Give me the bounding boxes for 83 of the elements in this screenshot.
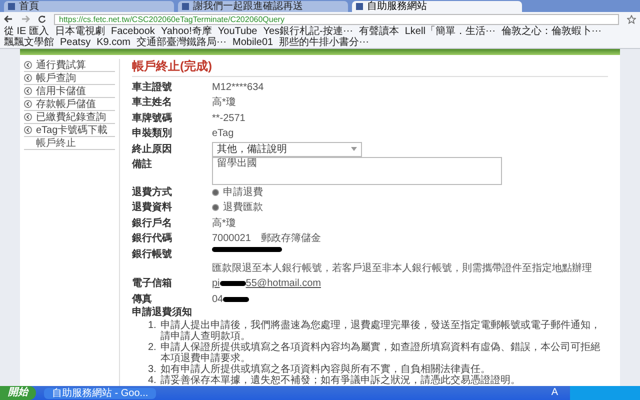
radio-option[interactable]: 退費匯款 (212, 200, 263, 216)
bookmark-link[interactable]: Facebook (111, 26, 155, 37)
notice-title: 申請退費須知 (132, 306, 193, 320)
list-number: 2. (148, 342, 156, 355)
field-label: 備註 (132, 157, 153, 172)
notice-item: 如有申請人所提供或填寫之各項資料內容與所有不實，自負相關法律責任。 (160, 364, 490, 375)
remark-field[interactable]: 留學出國 (212, 157, 502, 186)
bookmark-link[interactable]: YouTube (218, 26, 258, 37)
notice-item: 申請人保證所提供或填寫之各項資料內容均為屬實，如查證所填寫資料有虛偽、錯誤，本公司可拒絕本項退費申請要求。 (160, 342, 602, 364)
taskbar-item[interactable]: 自助服務網站 - Goo... (44, 388, 156, 398)
bookmark-link[interactable]: 飄飄文學館 (4, 37, 54, 48)
notice-item: 申請人提出申請後，我們將盡速為您處理，退費處理完畢後，發送至指定電郵帳號或電子郵件通知，請申請人查明款項。 (160, 320, 602, 342)
field-value: 7000021 郵政存簿儲金 (212, 232, 321, 246)
field-value: eTag (212, 127, 234, 142)
list-number: 3. (148, 364, 156, 375)
field-label: 退費資料 (132, 200, 173, 216)
star-icon[interactable] (627, 14, 636, 24)
field-value: **-2571 (212, 112, 246, 126)
chevron-left-icon (24, 61, 32, 69)
field-label: 電子信箱 (132, 276, 173, 292)
field-label: 退費方式 (132, 185, 173, 200)
sidebar-item[interactable]: 已繳費紀錄查詢 (24, 111, 115, 124)
system-tray (570, 386, 640, 400)
sidebar-item[interactable]: 信用卡儲值 (24, 85, 115, 98)
dropdown-arrow-icon (351, 147, 357, 152)
bookmark-link[interactable]: 交通部臺灣鐵路局⋯ (136, 37, 226, 48)
field-label: 銀行代碼 (132, 232, 173, 246)
bookmark-link[interactable]: Yahoo!奇摩 (160, 26, 212, 37)
page-icon (8, 3, 15, 10)
bookmark-link[interactable]: Yes銀行札記-按連⋯ (263, 26, 353, 37)
field-label: 銀行帳號 (132, 248, 173, 262)
sidebar-item[interactable]: 帳戶查詢 (24, 72, 115, 85)
field-value: M12****634 (212, 81, 264, 95)
sidebar-item[interactable]: 帳戶終止 (24, 137, 115, 150)
browser-tab[interactable]: 謝我們一起跟進確認再送 (178, 1, 348, 12)
redaction-mark (212, 246, 282, 252)
chevron-left-icon (24, 100, 32, 108)
field-label: 車牌號碼 (132, 112, 173, 126)
reason-select[interactable]: 其他，備註說明 (212, 142, 362, 157)
field-label: 車主姓名 (132, 95, 173, 110)
field-label: 申裝類別 (132, 126, 173, 142)
page-title: 帳戶終止(完成) (132, 59, 213, 74)
start-button[interactable]: 開始 (0, 386, 36, 400)
field-value: 高*瓊 (212, 216, 236, 231)
field-value: 高*瓊 (212, 96, 236, 110)
page-icon (182, 3, 189, 10)
address-field[interactable]: https://cs.fetc.net.tw/CSC202060eTagTerminate/C202060Query (54, 14, 619, 24)
bookmark-link[interactable]: Lkell「簡單．生活⋯ (404, 26, 496, 37)
page-icon (356, 3, 363, 10)
chevron-left-icon (24, 113, 32, 121)
sidebar-item[interactable]: 通行費試算 (24, 59, 115, 72)
reload-icon[interactable] (38, 15, 46, 23)
browser-tab[interactable]: 自助服務網站 (352, 1, 522, 12)
bookmark-link[interactable]: 有聲讀本 (358, 26, 399, 37)
list-number: 1. (148, 320, 156, 333)
bookmark-link[interactable]: K9.com (96, 37, 130, 48)
field-label: 傳真 (132, 292, 153, 306)
back-arrow-icon[interactable] (4, 15, 13, 23)
notice-item: 請妥善保存本單據，遺失恕不補發；如有爭議申訴之狀況，請憑此交易憑證證明。 (160, 374, 520, 386)
field-value: pi (212, 277, 220, 292)
language-indicator: A (550, 388, 559, 398)
sidebar-item[interactable]: 存款帳戶儲值 (24, 98, 115, 111)
bookmark-link[interactable]: Peatsy (60, 37, 91, 48)
note-text: 匯款限退至本人銀行帳號，若客戶退至非本人銀行帳號，則需攜帶證件至指定地點辦理 (212, 262, 592, 276)
field-value: 55@hotmail.com (246, 277, 321, 292)
radio-option[interactable]: 申請退費 (212, 184, 263, 200)
chevron-left-icon (24, 87, 32, 95)
redaction-mark (220, 281, 246, 286)
bookmark-link[interactable]: 那些的牛排小書分⋯ (279, 37, 370, 48)
browser-tab[interactable]: 首頁 (4, 1, 174, 12)
sidebar-item[interactable]: eTag卡號碼下載 (24, 124, 115, 137)
bookmark-link[interactable]: 倫敦之心：倫敦蝦卜⋯ (501, 26, 602, 37)
bookmark-link[interactable]: Mobile01 (232, 37, 274, 48)
field-label: 終止原因 (132, 142, 173, 157)
list-number: 4. (148, 374, 156, 386)
field-value: 04 (212, 292, 224, 306)
chevron-left-icon (24, 74, 32, 82)
chevron-left-icon (24, 126, 32, 134)
field-label: 銀行戶名 (132, 216, 173, 231)
field-label: 車主證號 (132, 80, 173, 95)
bookmark-link[interactable]: 日本電視劇 (55, 26, 106, 37)
bookmark-link[interactable]: 從 IE 匯入 (4, 26, 50, 37)
redaction-mark (223, 296, 250, 302)
